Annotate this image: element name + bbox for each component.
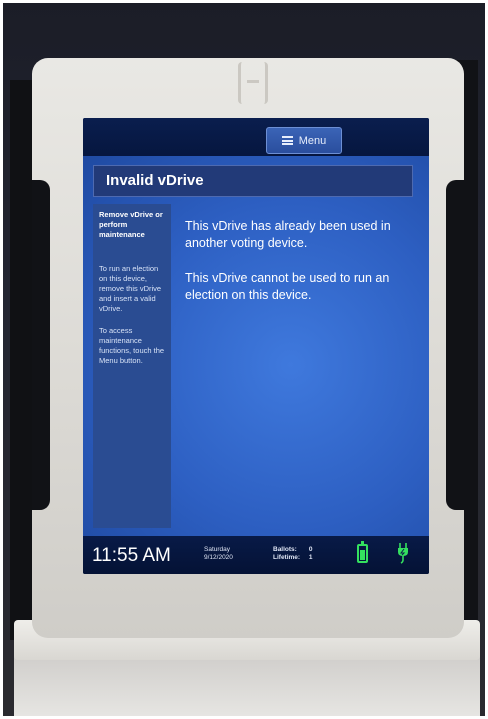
clock-day: Saturday: [204, 546, 231, 553]
clock-date-value: 9/12/2020: [204, 554, 233, 561]
battery-icon: [357, 541, 368, 563]
ballots-value: 0: [308, 546, 313, 553]
clock-date: Saturday 9/12/2020: [204, 546, 233, 562]
status-bar: 11:55 AM Saturday 9/12/2020 Ballots: 0 L…: [83, 536, 429, 574]
page-title: Invalid vDrive: [93, 165, 413, 197]
device-logo: [238, 62, 268, 104]
top-bar: Menu: [83, 118, 429, 156]
main-content: Invalid vDrive Remove vDrive or perform …: [83, 156, 429, 536]
error-message: This vDrive has already been used in ano…: [185, 218, 417, 322]
message-line-cannot-use: This vDrive cannot be used to run an ele…: [185, 271, 390, 302]
menu-button[interactable]: Menu: [266, 127, 342, 154]
bezel-cutout-left: [32, 180, 50, 510]
ballot-counts: Ballots: 0 Lifetime: 1: [273, 546, 312, 562]
ballots-row: Ballots: 0: [273, 546, 312, 554]
lifetime-label: Lifetime:: [273, 554, 301, 561]
touch-screen: Menu Invalid vDrive Remove vDrive or per…: [83, 118, 429, 574]
device-base: [14, 652, 480, 716]
bezel-cutout-right: [446, 180, 464, 510]
ballots-label: Ballots:: [273, 546, 297, 553]
sidebar-heading: Remove vDrive or perform maintenance: [99, 210, 163, 239]
power-plug-icon: [398, 543, 408, 564]
lifetime-value: 1: [308, 554, 313, 561]
message-line-used: This vDrive has already been used in ano…: [185, 219, 391, 250]
sidebar-paragraph-run: To run an election on this device, remov…: [99, 264, 162, 313]
menu-button-label: Menu: [298, 134, 327, 147]
menu-icon: [281, 136, 293, 145]
help-sidebar: Remove vDrive or perform maintenance To …: [93, 204, 171, 528]
sidebar-paragraph-maintenance: To access maintenance functions, touch t…: [99, 326, 165, 365]
clock-time: 11:55 AM: [92, 545, 171, 566]
lifetime-row: Lifetime: 1: [273, 554, 312, 562]
